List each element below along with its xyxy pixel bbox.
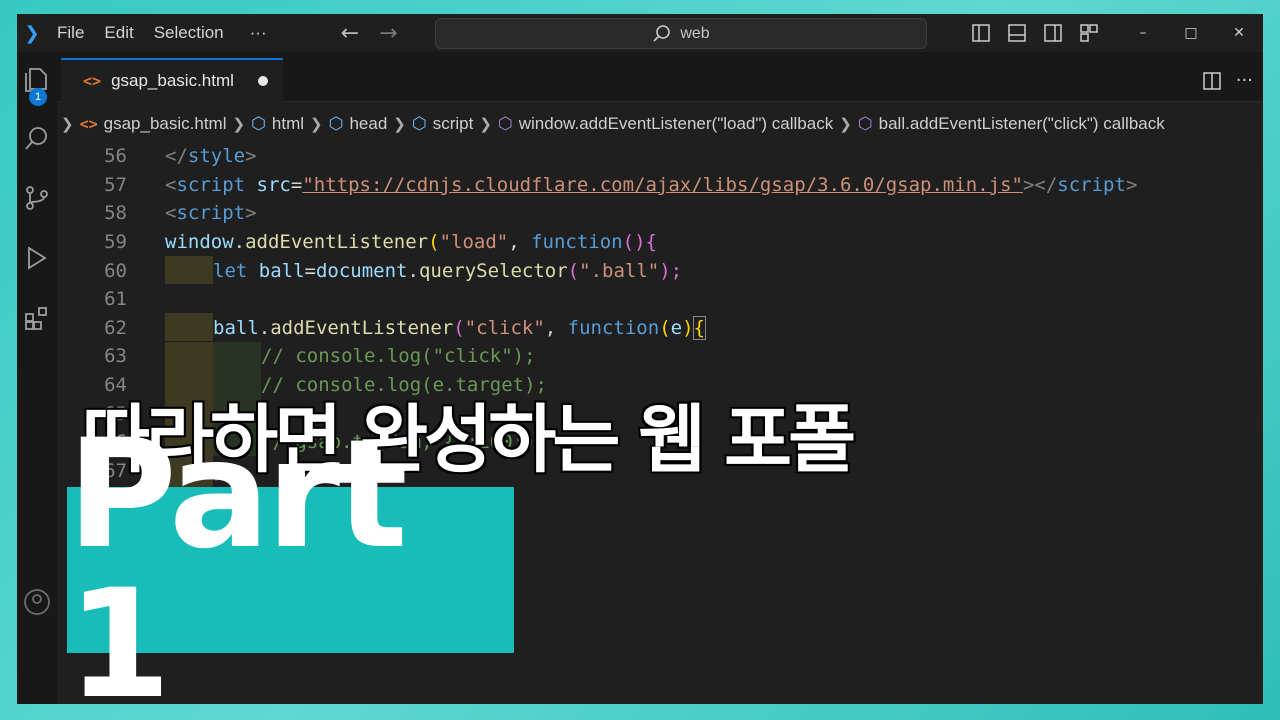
customize-layout-icon[interactable] [1071,23,1107,43]
element-cube-icon: ⬡ [411,114,427,133]
breadcrumb-html[interactable]: ⬡ html [251,114,304,134]
breadcrumb-script[interactable]: ⬡ script [412,114,473,134]
code-line-58: 58 <script> [57,199,256,228]
line-number: 57 [104,173,127,196]
minimize-button[interactable]: – [1119,25,1167,41]
code-line-56: 56 </style> [57,142,256,171]
search-icon[interactable] [17,108,57,168]
extensions-icon[interactable] [17,288,57,348]
menu-selection[interactable]: Selection [144,23,234,43]
back-arrow-icon[interactable]: ← [331,21,369,46]
line-number: 60 [104,259,127,282]
element-cube-icon: ⬡ [328,114,344,133]
line-number: 59 [104,231,127,254]
toggle-panel-icon[interactable] [999,23,1035,43]
menu-edit[interactable]: Edit [94,23,143,43]
search-icon [653,24,671,42]
split-editor-icon[interactable] [1202,71,1222,91]
line-number: 62 [104,316,127,339]
code-line-60: 60 let ball=document.querySelector(".bal… [57,256,682,285]
line-number: 56 [104,145,127,168]
indent-guide [165,313,213,341]
breadcrumb-chevron-icon: ❯ [479,116,492,133]
close-button[interactable]: ✕ [1215,25,1263,41]
unsaved-dot-icon[interactable] [257,76,268,86]
tab-label: gsap_basic.html [111,71,234,90]
run-debug-icon[interactable] [17,228,57,288]
breadcrumb-chevron-icon: ❯ [393,116,406,133]
vscode-logo-icon: ❯ [24,22,40,44]
more-actions-icon[interactable]: ··· [1236,70,1253,91]
editor-actions: ··· [1202,70,1253,91]
command-center-search[interactable]: web [435,18,927,49]
part-label: Part 1 [67,408,408,704]
code-line-57: 57 <script src="https://cdnjs.cloudflare… [57,171,1137,200]
toggle-primary-sidebar-icon[interactable] [963,23,999,43]
search-text: web [680,24,710,42]
line-number: 58 [104,202,127,225]
title-actions: – □ ✕ [963,14,1263,52]
menu-file[interactable]: File [47,23,94,43]
source-control-badge: 1 [29,88,47,106]
line-number: 63 [104,345,127,368]
maximize-button[interactable]: □ [1167,25,1215,41]
forward-arrow-icon[interactable]: → [369,21,407,46]
breadcrumb-chevron-icon: ❯ [839,116,852,133]
explorer-icon[interactable]: 1 [17,52,57,108]
part-banner: Part 1 [67,420,514,704]
vscode-window: ❯ File Edit Selection ··· ← → web – □ ✕ … [17,14,1263,704]
tab-bar: <> gsap_basic.html ··· [57,52,1263,102]
element-cube-icon: ⬡ [251,114,266,133]
toggle-secondary-sidebar-icon[interactable] [1035,23,1071,43]
line-number: 61 [104,288,127,311]
breadcrumb-chevron-icon: ❯ [232,116,246,133]
code-line-59: 59 window.addEventListener("load", funct… [57,228,657,257]
code-line-63: 63 // console.log("click"); [57,342,535,371]
html-file-icon: <> [83,72,102,90]
code-line-62: 62 ball.addEventListener("click", functi… [57,314,707,343]
title-bar: ❯ File Edit Selection ··· ← → web – □ ✕ [17,14,1263,52]
breadcrumb-load-callback[interactable]: ⬡ window.addEventListener("load") callbac… [498,114,833,134]
html-file-icon: <> [79,115,98,133]
breadcrumb-chevron-icon: ❯ [310,116,323,133]
source-control-icon[interactable] [17,168,57,228]
breadcrumb: ❯ <> gsap_basic.html ❯ ⬡ html ❯ ⬡ head ❯ ⬡ s… [57,110,1263,138]
method-cube-icon: ⬡ [857,114,873,133]
script-src-link[interactable]: "https://cdnjs.cloudflare.com/ajax/libs/… [302,174,1023,196]
breadcrumb-chevron-icon: ❯ [61,116,74,133]
indent-guide [165,256,213,284]
breadcrumb-file[interactable]: <> gsap_basic.html [80,114,227,134]
tab-gsap-basic[interactable]: <> gsap_basic.html [61,58,283,102]
accounts-icon[interactable] [17,572,57,632]
method-cube-icon: ⬡ [497,114,513,133]
breadcrumb-head[interactable]: ⬡ head [329,114,388,134]
menu-more[interactable]: ··· [240,23,277,43]
breadcrumb-click-callback[interactable]: ⬡ ball.addEventListener("click") callback [858,114,1165,134]
activity-bar: 1 [17,52,57,704]
code-line-61: 61 [57,285,127,314]
